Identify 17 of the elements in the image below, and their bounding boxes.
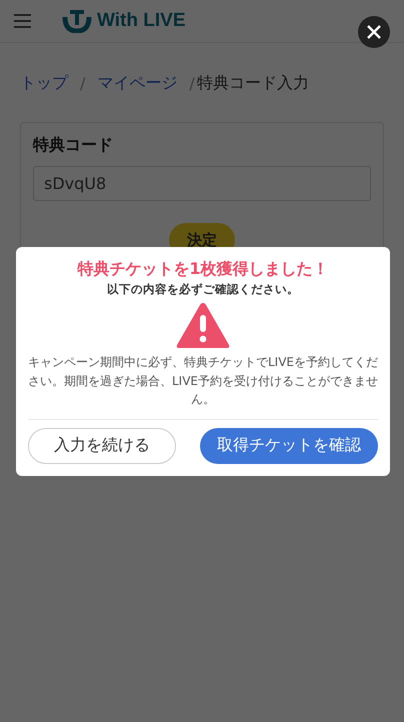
dialog-title: 特典チケットを1枚獲得しました！ <box>77 259 329 280</box>
field-label: 特典コード <box>33 135 114 156</box>
dialog-message: キャンペーン期間中に必ず、特典チケットでLIVEを予約してください。期間を過ぎた場合、LIVE予約を受け付けることができません。 <box>28 353 378 420</box>
breadcrumb-separator: / <box>189 74 195 93</box>
breadcrumb-separator: / <box>80 74 86 93</box>
breadcrumb-current: 特典コード入力 <box>196 73 309 94</box>
continue-button[interactable]: 入力を続ける <box>28 428 176 464</box>
close-icon <box>367 25 381 39</box>
logo-text[interactable]: With LIVE <box>97 10 186 32</box>
breadcrumb-link[interactable]: トップ <box>20 73 68 94</box>
warning-icon <box>175 301 231 349</box>
breadcrumb-link[interactable]: マイページ <box>97 73 178 94</box>
dialog-subtitle: 以下の内容を必ずご確認ください。 <box>107 282 299 297</box>
menu-icon[interactable] <box>14 14 31 28</box>
confirm-button[interactable]: 取得チケットを確認 <box>200 428 378 464</box>
logo-icon <box>61 9 93 33</box>
code-input-field[interactable]: sDvqU8 <box>33 166 371 201</box>
